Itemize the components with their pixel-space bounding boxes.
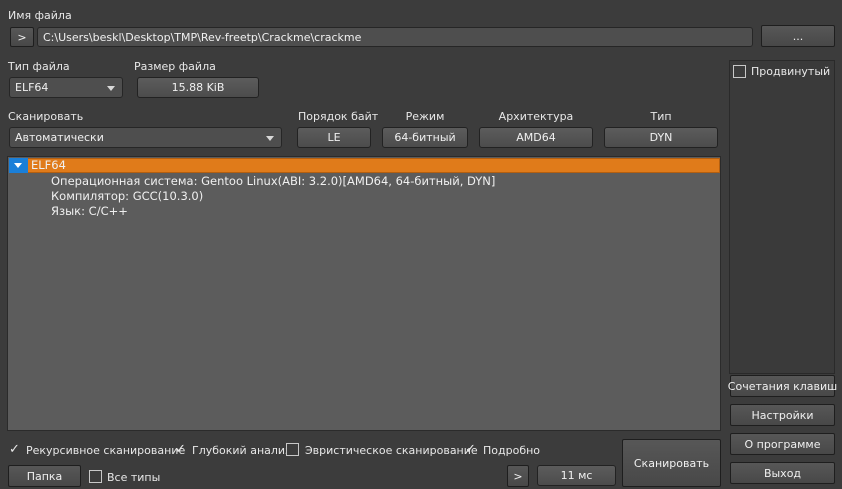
recursive-checkbox[interactable]: ✓	[9, 443, 20, 456]
scan-mode-value: Автоматически	[15, 131, 104, 144]
file-type-value: ELF64	[15, 81, 49, 94]
side-panel	[729, 60, 835, 374]
folder-button[interactable]: Папка	[8, 465, 81, 487]
all-types-label: Все типы	[107, 471, 161, 484]
verbose-label: Подробно	[483, 444, 541, 457]
settings-button[interactable]: Настройки	[730, 404, 835, 426]
heuristic-checkbox[interactable]	[286, 443, 299, 456]
architecture-label: Архитектура	[498, 110, 574, 123]
endianness-label: Порядок байт	[298, 110, 379, 123]
tree-item-os[interactable]: Операционная система: Gentoo Linux(ABI: …	[51, 174, 495, 188]
type-label: Тип	[650, 110, 672, 123]
browse-button[interactable]: ...	[761, 25, 835, 47]
scan-mode-select[interactable]: Автоматически	[9, 127, 282, 148]
deep-analysis-checkbox[interactable]: ✓	[175, 443, 186, 456]
tree-row-root[interactable]	[9, 158, 720, 173]
scan-time-value: 11 мс	[537, 465, 616, 486]
recursive-label: Рекурсивное сканирование	[26, 444, 186, 457]
heuristic-label: Эвристическое сканирование	[305, 444, 478, 457]
results-tree[interactable]: ELF64 Операционная система: Gentoo Linux…	[7, 156, 721, 431]
file-type-label: Тип файла	[8, 60, 70, 73]
shortcuts-button[interactable]: Сочетания клавиш	[728, 375, 837, 397]
architecture-value: AMD64	[479, 127, 593, 148]
exit-button[interactable]: Выход	[730, 462, 835, 484]
tree-root-label: ELF64	[31, 158, 66, 172]
tree-item-language[interactable]: Язык: C/C++	[51, 204, 128, 218]
file-type-select[interactable]: ELF64	[9, 77, 123, 98]
file-size-label: Размер файла	[134, 60, 216, 73]
expand-arrow-icon[interactable]	[9, 158, 28, 173]
chevron-down-icon	[266, 135, 274, 141]
advanced-checkbox[interactable]	[733, 65, 746, 78]
type-value: DYN	[604, 127, 718, 148]
advanced-label: Продвинутый	[751, 65, 831, 78]
file-path-input[interactable]: C:\Users\beskl\Desktop\TMP\Rev-freetp\Cr…	[37, 27, 753, 47]
scan-mode-label: Сканировать	[8, 110, 84, 123]
mode-label: Режим	[405, 110, 445, 123]
file-size-value: 15.88 KiB	[137, 77, 259, 98]
scan-button[interactable]: Сканировать	[622, 439, 721, 487]
chevron-down-icon	[107, 85, 115, 91]
verbose-checkbox[interactable]: ✓	[465, 443, 476, 456]
open-file-button[interactable]: >	[10, 27, 34, 47]
mode-value: 64-битный	[382, 127, 468, 148]
endianness-value: LE	[297, 127, 371, 148]
about-button[interactable]: О программе	[730, 433, 835, 455]
file-name-label: Имя файла	[8, 9, 72, 22]
tree-item-compiler[interactable]: Компилятор: GCC(10.3.0)	[51, 189, 203, 203]
deep-analysis-label: Глубокий анализ	[192, 444, 291, 457]
all-types-checkbox[interactable]	[89, 470, 102, 483]
next-button[interactable]: >	[507, 465, 529, 487]
